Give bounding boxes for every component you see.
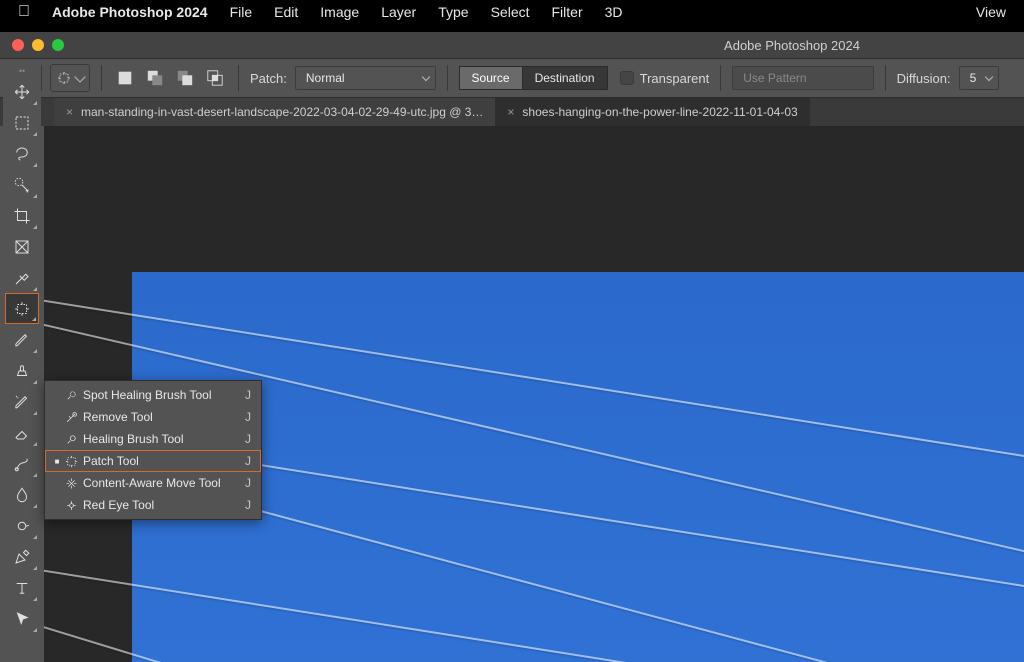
remove-tool-icon [61,410,81,425]
menu-view[interactable]: View [976,4,1006,20]
flyout-item-red-eye[interactable]: Red Eye Tool J [45,494,261,516]
tool-clone-stamp[interactable] [5,355,39,386]
use-pattern-button: Use Pattern [732,66,873,90]
menu-file[interactable]: File [230,4,253,20]
titlebar: Adobe Photoshop 2024 [0,32,1024,58]
current-tool-indicator[interactable] [50,64,90,92]
menu-3d[interactable]: 3D [605,4,623,20]
selection-new[interactable] [113,66,137,90]
flyout-item-content-aware-move[interactable]: Content-Aware Move Tool J [45,472,261,494]
toolbox-handle[interactable]: •• [3,66,41,76]
red-eye-icon [61,498,81,513]
selection-subtract[interactable] [173,66,197,90]
macos-menubar:  Adobe Photoshop 2024 File Edit Image L… [0,0,1024,24]
tool-eraser[interactable] [5,417,39,448]
patch-source-button[interactable]: Source [459,66,523,90]
menu-image[interactable]: Image [320,4,359,20]
tool-eyedropper[interactable] [5,262,39,293]
tool-move[interactable] [5,76,39,107]
minimize-window-button[interactable] [32,39,44,51]
diffusion-label: Diffusion: [897,71,951,86]
close-tab-icon[interactable]: × [507,105,514,119]
menu-type[interactable]: Type [438,4,468,20]
document-tabs: × man-standing-in-vast-desert-landscape-… [0,98,1024,126]
patch-mode-select[interactable]: Normal [295,66,436,90]
healing-brush-icon [61,432,81,447]
chevron-down-icon [74,71,85,82]
patch-label: Patch: [250,71,287,86]
patch-tool-icon [61,454,81,469]
document-tab-2[interactable]: × shoes-hanging-on-the-power-line-2022-1… [495,98,809,126]
tool-pen[interactable] [5,541,39,572]
tool-marquee[interactable] [5,107,39,138]
patch-destination-button[interactable]: Destination [523,66,608,90]
tool-gradient[interactable] [5,448,39,479]
menu-layer[interactable]: Layer [381,4,416,20]
healing-tool-flyout: Spot Healing Brush Tool J Remove Tool J … [44,380,262,520]
document-canvas[interactable] [132,272,1024,662]
tool-healing-group[interactable] [5,293,39,324]
transparent-checkbox[interactable] [620,71,634,85]
tool-frame[interactable] [5,231,39,262]
tool-quick-select[interactable] [5,169,39,200]
menu-select[interactable]: Select [491,4,530,20]
tool-blur[interactable] [5,479,39,510]
apple-menu[interactable]:  [18,3,30,21]
content-aware-move-icon [61,476,81,491]
zoom-window-button[interactable] [52,39,64,51]
patch-target-group: Source Destination [459,66,608,90]
menu-edit[interactable]: Edit [274,4,298,20]
document-tab-title: shoes-hanging-on-the-power-line-2022-11-… [522,105,797,119]
flyout-item-healing-brush[interactable]: Healing Brush Tool J [45,428,261,450]
tool-brush[interactable] [5,324,39,355]
menu-filter[interactable]: Filter [552,4,583,20]
tool-lasso[interactable] [5,138,39,169]
selection-mode-group [113,66,227,90]
flyout-item-spot-healing[interactable]: Spot Healing Brush Tool J [45,384,261,406]
flyout-item-patch[interactable]: ■ Patch Tool J [45,450,261,472]
document-tab-1[interactable]: × man-standing-in-vast-desert-landscape-… [54,98,495,126]
window-title: Adobe Photoshop 2024 [724,38,860,53]
spot-healing-icon [61,388,81,403]
tool-type[interactable] [5,572,39,603]
tool-path-select[interactable] [5,603,39,634]
close-tab-icon[interactable]: × [66,105,73,119]
close-window-button[interactable] [12,39,24,51]
flyout-item-remove[interactable]: Remove Tool J [45,406,261,428]
toolbox: •• [3,60,41,662]
tool-history-brush[interactable] [5,386,39,417]
diffusion-value[interactable]: 5 [959,66,1000,90]
app-window: Adobe Photoshop 2024 •• [0,32,1024,662]
document-tab-title: man-standing-in-vast-desert-landscape-20… [81,105,483,119]
selection-add[interactable] [143,66,167,90]
options-bar: Patch: Normal Source Destination Transpa… [0,58,1024,98]
tool-dodge[interactable] [5,510,39,541]
app-name[interactable]: Adobe Photoshop 2024 [52,4,208,20]
tool-crop[interactable] [5,200,39,231]
transparent-label: Transparent [640,71,710,86]
selection-intersect[interactable] [203,66,227,90]
